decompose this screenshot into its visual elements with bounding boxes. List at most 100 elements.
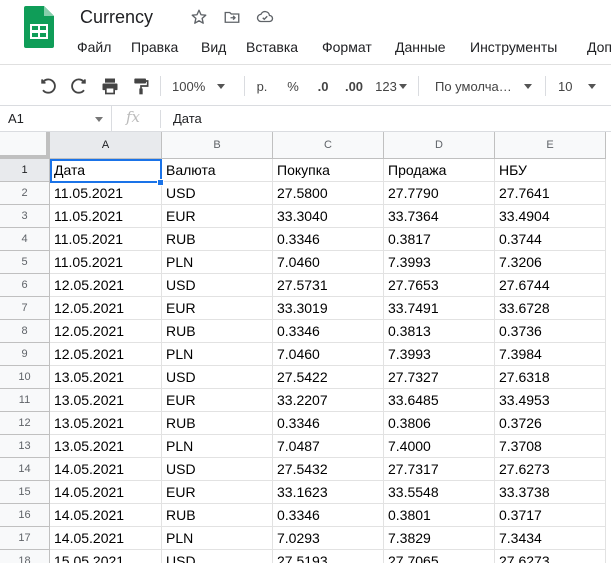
cell-d1[interactable]: Продажа xyxy=(384,159,495,182)
paint-format-icon[interactable] xyxy=(129,74,153,98)
cell-b1[interactable]: Валюта xyxy=(162,159,273,182)
row-header[interactable]: 11 xyxy=(0,389,50,412)
cell-d5[interactable]: 7.3993 xyxy=(384,251,495,274)
cell-a4[interactable]: 11.05.2021 xyxy=(50,228,162,251)
cell-e11[interactable]: 33.4953 xyxy=(495,389,606,412)
cell-e12[interactable]: 0.3726 xyxy=(495,412,606,435)
row-header[interactable]: 13 xyxy=(0,435,50,458)
cell-c4[interactable]: 0.3346 xyxy=(273,228,384,251)
cell-d8[interactable]: 0.3813 xyxy=(384,320,495,343)
cell-b8[interactable]: RUB xyxy=(162,320,273,343)
row-header[interactable]: 2 xyxy=(0,182,50,205)
cell-e16[interactable]: 0.3717 xyxy=(495,504,606,527)
cell-a6[interactable]: 12.05.2021 xyxy=(50,274,162,297)
row-header[interactable]: 14 xyxy=(0,458,50,481)
cell-b17[interactable]: PLN xyxy=(162,527,273,550)
row-header[interactable]: 12 xyxy=(0,412,50,435)
row-header[interactable]: 18 xyxy=(0,550,50,563)
row-header[interactable]: 1 xyxy=(0,159,50,182)
cell-a9[interactable]: 12.05.2021 xyxy=(50,343,162,366)
cell-c10[interactable]: 27.5422 xyxy=(273,366,384,389)
cell-e10[interactable]: 27.6318 xyxy=(495,366,606,389)
cell-d2[interactable]: 27.7790 xyxy=(384,182,495,205)
cell-b16[interactable]: RUB xyxy=(162,504,273,527)
cell-a2[interactable]: 11.05.2021 xyxy=(50,182,162,205)
cell-d18[interactable]: 27.7065 xyxy=(384,550,495,563)
cell-d9[interactable]: 7.3993 xyxy=(384,343,495,366)
cell-d7[interactable]: 33.7491 xyxy=(384,297,495,320)
cell-c15[interactable]: 33.1623 xyxy=(273,481,384,504)
cell-a16[interactable]: 14.05.2021 xyxy=(50,504,162,527)
sheets-logo-icon[interactable] xyxy=(24,6,54,48)
currency-format-button[interactable]: р. xyxy=(252,74,272,98)
cell-b14[interactable]: USD xyxy=(162,458,273,481)
cell-b4[interactable]: RUB xyxy=(162,228,273,251)
cell-c14[interactable]: 27.5432 xyxy=(273,458,384,481)
cell-a15[interactable]: 14.05.2021 xyxy=(50,481,162,504)
name-box[interactable]: A1 xyxy=(0,106,112,132)
cell-c5[interactable]: 7.0460 xyxy=(273,251,384,274)
row-header[interactable]: 6 xyxy=(0,274,50,297)
row-header[interactable]: 8 xyxy=(0,320,50,343)
cell-b15[interactable]: EUR xyxy=(162,481,273,504)
cell-b13[interactable]: PLN xyxy=(162,435,273,458)
row-header[interactable]: 16 xyxy=(0,504,50,527)
select-all-corner[interactable] xyxy=(0,132,50,159)
cell-e9[interactable]: 7.3984 xyxy=(495,343,606,366)
menu-format[interactable]: Формат xyxy=(318,36,376,58)
cell-e13[interactable]: 7.3708 xyxy=(495,435,606,458)
row-header[interactable]: 5 xyxy=(0,251,50,274)
row-header[interactable]: 3 xyxy=(0,205,50,228)
cell-a7[interactable]: 12.05.2021 xyxy=(50,297,162,320)
cell-a5[interactable]: 11.05.2021 xyxy=(50,251,162,274)
cell-e6[interactable]: 27.6744 xyxy=(495,274,606,297)
cell-c9[interactable]: 7.0460 xyxy=(273,343,384,366)
zoom-select[interactable]: 100% xyxy=(172,74,236,98)
cloud-saved-icon[interactable] xyxy=(255,7,275,27)
column-header-a[interactable]: A xyxy=(50,132,162,159)
cell-b10[interactable]: USD xyxy=(162,366,273,389)
row-header[interactable]: 9 xyxy=(0,343,50,366)
cell-e15[interactable]: 33.3738 xyxy=(495,481,606,504)
cell-e4[interactable]: 0.3744 xyxy=(495,228,606,251)
cell-b9[interactable]: PLN xyxy=(162,343,273,366)
formula-input[interactable]: Дата xyxy=(173,106,202,132)
cell-c6[interactable]: 27.5731 xyxy=(273,274,384,297)
cell-c11[interactable]: 33.2207 xyxy=(273,389,384,412)
cell-d6[interactable]: 27.7653 xyxy=(384,274,495,297)
cell-b18[interactable]: USD xyxy=(162,550,273,563)
cell-c1[interactable]: Покупка xyxy=(273,159,384,182)
redo-icon[interactable] xyxy=(67,74,91,98)
document-title[interactable]: Currency xyxy=(80,6,153,28)
cell-e8[interactable]: 0.3736 xyxy=(495,320,606,343)
cell-a14[interactable]: 14.05.2021 xyxy=(50,458,162,481)
cell-e7[interactable]: 33.6728 xyxy=(495,297,606,320)
menu-view[interactable]: Вид xyxy=(197,36,230,58)
more-formats-button[interactable]: 123 xyxy=(372,74,410,98)
menu-file[interactable]: Файл xyxy=(73,36,115,58)
cell-b5[interactable]: PLN xyxy=(162,251,273,274)
column-header-c[interactable]: C xyxy=(273,132,384,159)
increase-decimal-button[interactable]: .00 xyxy=(340,74,368,98)
decrease-decimal-button[interactable]: .0 xyxy=(312,74,334,98)
cell-a10[interactable]: 13.05.2021 xyxy=(50,366,162,389)
row-header[interactable]: 4 xyxy=(0,228,50,251)
cell-c3[interactable]: 33.3040 xyxy=(273,205,384,228)
cell-a8[interactable]: 12.05.2021 xyxy=(50,320,162,343)
row-header[interactable]: 7 xyxy=(0,297,50,320)
cell-c13[interactable]: 7.0487 xyxy=(273,435,384,458)
cell-b2[interactable]: USD xyxy=(162,182,273,205)
cell-e3[interactable]: 33.4904 xyxy=(495,205,606,228)
cell-c17[interactable]: 7.0293 xyxy=(273,527,384,550)
column-header-e[interactable]: E xyxy=(495,132,606,159)
cell-a3[interactable]: 11.05.2021 xyxy=(50,205,162,228)
cell-e2[interactable]: 27.7641 xyxy=(495,182,606,205)
print-icon[interactable] xyxy=(98,74,122,98)
menu-data[interactable]: Данные xyxy=(391,36,450,58)
row-header[interactable]: 15 xyxy=(0,481,50,504)
cell-c16[interactable]: 0.3346 xyxy=(273,504,384,527)
cell-a12[interactable]: 13.05.2021 xyxy=(50,412,162,435)
cell-c12[interactable]: 0.3346 xyxy=(273,412,384,435)
cell-b7[interactable]: EUR xyxy=(162,297,273,320)
font-size-select[interactable]: 10 xyxy=(558,74,598,98)
